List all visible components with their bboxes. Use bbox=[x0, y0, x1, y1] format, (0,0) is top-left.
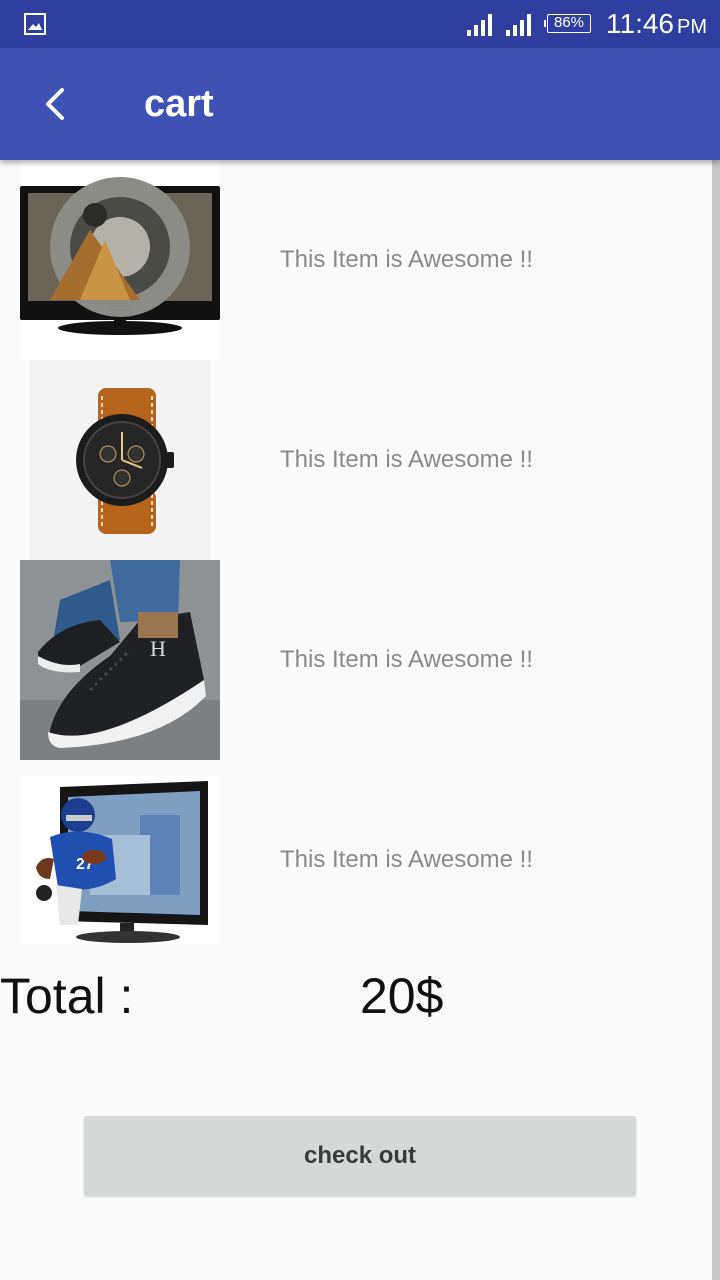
clock-time: 11:46 bbox=[606, 8, 674, 39]
gallery-icon bbox=[24, 13, 46, 35]
item-description: This Item is Awesome !! bbox=[280, 646, 533, 673]
page-title: cart bbox=[144, 83, 214, 125]
list-item[interactable]: This Item is Awesome !! bbox=[0, 360, 712, 560]
sneaker-image: H bbox=[20, 560, 220, 760]
list-item[interactable]: 27 This Item is Awesome !! bbox=[0, 760, 712, 960]
checkout-button[interactable]: check out bbox=[84, 1116, 636, 1196]
svg-text:H: H bbox=[150, 636, 166, 661]
item-description: This Item is Awesome !! bbox=[280, 846, 533, 873]
battery-level: 86% bbox=[553, 14, 585, 31]
item-description: This Item is Awesome !! bbox=[280, 246, 533, 273]
signal-icon bbox=[506, 14, 531, 36]
total-value: 20$ bbox=[360, 968, 444, 1024]
item-description: This Item is Awesome !! bbox=[280, 446, 533, 473]
watch-image bbox=[30, 360, 210, 560]
tv-image bbox=[20, 160, 220, 360]
back-arrow-icon bbox=[46, 88, 64, 120]
list-item[interactable]: H This Item is Awesome !! bbox=[0, 560, 712, 760]
list-item[interactable]: This Item is Awesome !! bbox=[0, 160, 712, 360]
clock-ampm: PM bbox=[677, 16, 707, 38]
scrollbar[interactable] bbox=[712, 160, 720, 1280]
total-label: Total : bbox=[0, 968, 134, 1024]
status-clock: 11:46 PM bbox=[606, 8, 707, 43]
status-bar: 86% 11:46 PM bbox=[0, 0, 720, 48]
battery-icon: 86% bbox=[544, 14, 591, 33]
app-bar: cart bbox=[0, 48, 720, 160]
tv-football-image: 27 bbox=[20, 775, 220, 945]
signal-icon bbox=[467, 14, 492, 36]
back-button[interactable] bbox=[28, 76, 84, 132]
